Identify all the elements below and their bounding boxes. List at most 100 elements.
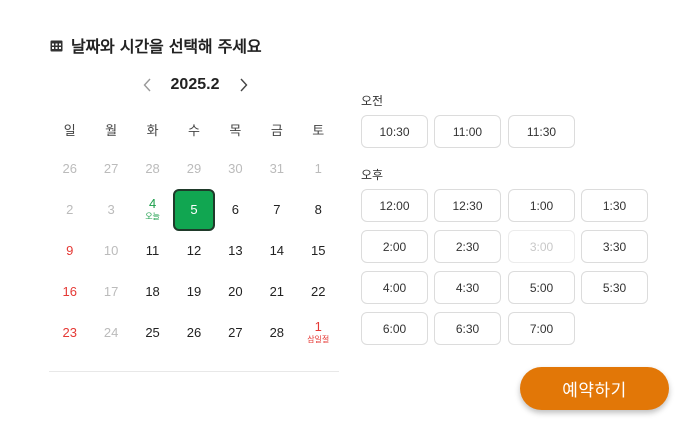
calendar-day: 26 xyxy=(49,148,90,189)
time-slot-button[interactable]: 12:00 xyxy=(361,189,428,222)
calendar-week: 26 27 28 29 30 31 1 xyxy=(49,148,339,189)
calendar-icon xyxy=(50,40,63,51)
calendar-day[interactable]: 6 xyxy=(215,189,256,230)
calendar-day: 1 xyxy=(298,148,339,189)
calendar-day[interactable]: 13 xyxy=(215,230,256,271)
calendar-day[interactable]: 25 xyxy=(132,312,173,353)
weekday-header: 일 월 화 수 목 금 토 xyxy=(49,110,339,148)
weekday-label: 일 xyxy=(63,123,76,139)
chevron-left-icon[interactable] xyxy=(140,74,154,96)
calendar-day[interactable]: 12 xyxy=(173,230,214,271)
day-number: 10 xyxy=(103,242,119,258)
weekday-label: 화 xyxy=(146,123,159,139)
day-number: 31 xyxy=(269,160,285,176)
calendar-day: 28 xyxy=(132,148,173,189)
calendar-day[interactable]: 20 xyxy=(215,271,256,312)
day-number: 27 xyxy=(103,160,119,176)
calendar-day[interactable]: 11 xyxy=(132,230,173,271)
month-navigation: 2025.2 xyxy=(140,74,250,96)
time-slot-button[interactable]: 11:00 xyxy=(434,115,501,148)
calendar-day: 27 xyxy=(90,148,131,189)
weekday-label: 월 xyxy=(105,123,118,139)
calendar-week: 23 24 25 26 27 28 1 삼일절 xyxy=(49,312,339,353)
calendar-day[interactable]: 16 xyxy=(49,271,90,312)
day-number: 19 xyxy=(186,283,202,299)
time-slot-button[interactable]: 4:30 xyxy=(434,271,501,304)
calendar-day[interactable]: 23 xyxy=(49,312,90,353)
day-number: 30 xyxy=(228,160,243,176)
calendar-day: 17 xyxy=(90,271,131,312)
time-slot-button[interactable]: 1:30 xyxy=(581,189,648,222)
day-number: 28 xyxy=(145,160,160,176)
day-number: 8 xyxy=(314,201,322,217)
calendar-day-selected[interactable]: 5 xyxy=(173,189,216,231)
reserve-button[interactable]: 예약하기 xyxy=(520,367,669,410)
time-slot-button[interactable]: 10:30 xyxy=(361,115,428,148)
chevron-right-icon[interactable] xyxy=(236,74,250,96)
time-slot-button[interactable]: 2:30 xyxy=(434,230,501,263)
calendar-week: 2 3 4 오늘 5 6 7 8 xyxy=(49,189,339,231)
time-slot-button[interactable]: 11:30 xyxy=(508,115,575,148)
day-number: 1 xyxy=(314,319,322,334)
time-slot-button[interactable]: 12:30 xyxy=(434,189,501,222)
day-number: 28 xyxy=(269,324,285,340)
day-number: 9 xyxy=(66,242,74,258)
day-number: 23 xyxy=(62,324,77,340)
day-number: 14 xyxy=(269,242,285,258)
calendar-day[interactable]: 27 xyxy=(215,312,256,353)
calendar-day[interactable]: 9 xyxy=(49,230,90,271)
day-number: 27 xyxy=(228,324,243,340)
calendar-day[interactable]: 15 xyxy=(298,230,339,271)
calendar-day[interactable]: 26 xyxy=(173,312,214,353)
calendar-day: 3 xyxy=(90,189,131,230)
calendar-day: 30 xyxy=(215,148,256,189)
time-slot-button[interactable]: 6:30 xyxy=(434,312,501,345)
day-number: 3 xyxy=(107,201,115,217)
calendar-week: 9 10 11 12 13 14 15 xyxy=(49,230,339,271)
calendar-day[interactable]: 21 xyxy=(256,271,297,312)
time-slot-button[interactable]: 7:00 xyxy=(508,312,575,345)
time-slot-button[interactable]: 4:00 xyxy=(361,271,428,304)
calendar-grid: 일 월 화 수 목 금 토 26 27 28 29 30 31 1 2 3 4 오늘 5 6 7 8 9 10 1… xyxy=(49,110,339,353)
time-slot-button[interactable]: 5:30 xyxy=(581,271,648,304)
day-number: 21 xyxy=(269,283,285,299)
day-number: 11 xyxy=(145,242,160,258)
day-caption: 오늘 xyxy=(145,212,160,221)
day-number: 18 xyxy=(145,283,160,299)
calendar-day: 31 xyxy=(256,148,297,189)
calendar-day[interactable]: 4 오늘 xyxy=(132,189,173,230)
am-label: 오전 xyxy=(361,94,384,108)
calendar-day[interactable]: 19 xyxy=(173,271,214,312)
time-slot-button[interactable]: 2:00 xyxy=(361,230,428,263)
time-slot-button[interactable]: 6:00 xyxy=(361,312,428,345)
calendar-day[interactable]: 7 xyxy=(256,189,297,230)
calendar-day[interactable]: 1 삼일절 xyxy=(298,312,339,353)
calendar-week: 16 17 18 19 20 21 22 xyxy=(49,271,339,312)
day-number: 12 xyxy=(186,242,202,258)
calendar-day: 2 xyxy=(49,189,90,230)
calendar-day: 29 xyxy=(173,148,214,189)
time-slot-button[interactable]: 5:00 xyxy=(508,271,575,304)
day-number: 22 xyxy=(311,283,326,299)
time-slot-button[interactable]: 1:00 xyxy=(508,189,575,222)
calendar-day[interactable]: 22 xyxy=(298,271,339,312)
calendar-day[interactable]: 28 xyxy=(256,312,297,353)
calendar-day[interactable]: 14 xyxy=(256,230,297,271)
day-number: 16 xyxy=(62,283,77,299)
day-number: 25 xyxy=(145,324,160,340)
day-number: 20 xyxy=(228,283,243,299)
day-number: 1 xyxy=(314,160,322,176)
calendar-divider xyxy=(49,371,339,372)
day-number: 6 xyxy=(231,201,240,217)
time-slot-button[interactable]: 3:30 xyxy=(581,230,648,263)
day-number: 7 xyxy=(273,201,281,217)
time-slot-button: 3:00 xyxy=(508,230,575,263)
day-number: 15 xyxy=(311,242,326,258)
title-text: 날짜와 시간을 선택해 주세요 xyxy=(71,37,262,56)
day-number: 24 xyxy=(103,324,119,340)
calendar-day[interactable]: 8 xyxy=(298,189,339,230)
day-number: 13 xyxy=(228,242,243,258)
pm-label: 오후 xyxy=(361,168,384,182)
calendar-day[interactable]: 18 xyxy=(132,271,173,312)
day-number: 4 xyxy=(148,196,157,211)
